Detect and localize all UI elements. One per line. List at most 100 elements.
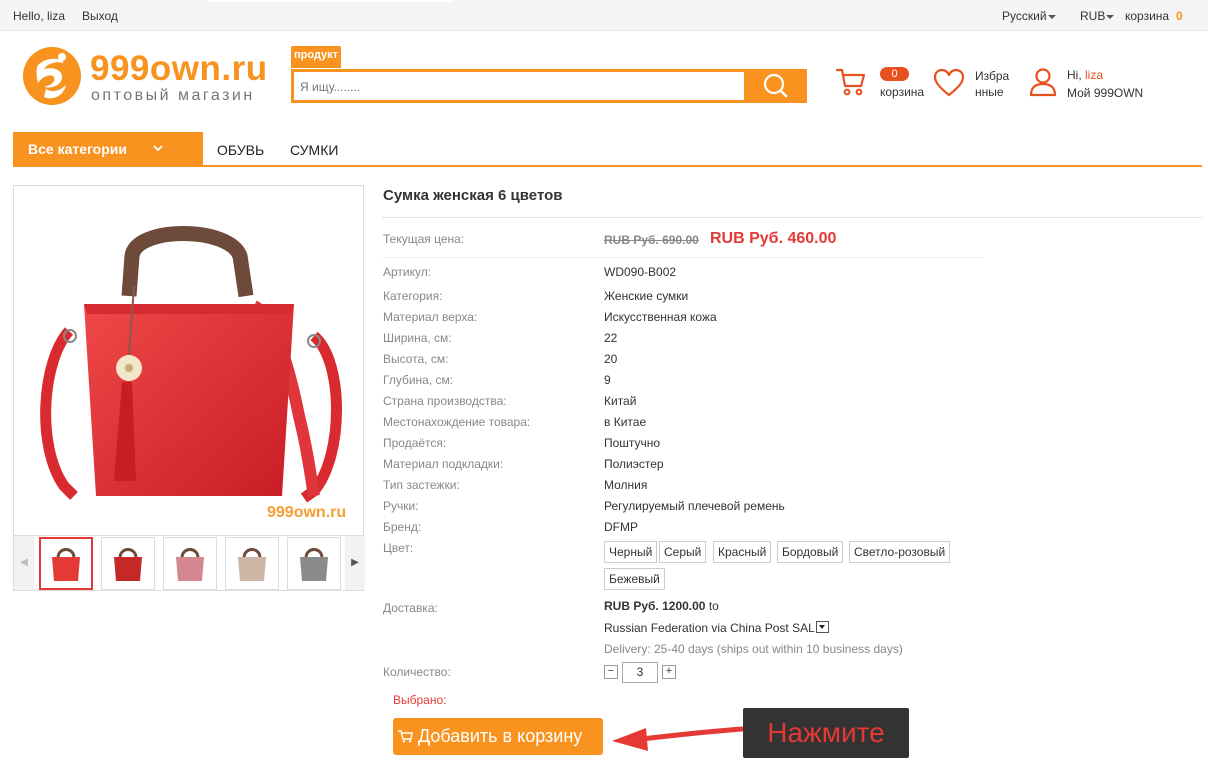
user-icon[interactable]	[1028, 67, 1058, 97]
color-option-black[interactable]: Черный	[604, 541, 658, 563]
chevron-down-icon	[1047, 14, 1056, 19]
thumbnail-3[interactable]	[163, 537, 217, 590]
click-here-callout: Нажмите	[743, 708, 909, 758]
attr-value-sold-by: Поштучно	[604, 436, 661, 450]
shipping-price-value: RUB Руб. 1200.00	[604, 599, 706, 613]
thumb-bag-image	[176, 548, 204, 581]
thumb-bag-image	[114, 548, 142, 581]
nav-item-shoes[interactable]: ОБУВЬ	[217, 142, 264, 158]
color-option-red[interactable]: Красный	[713, 541, 772, 563]
favorites-label-line1: Избра	[975, 69, 1010, 83]
attr-label-width: Ширина, см:	[383, 331, 452, 345]
search-icon	[763, 73, 788, 98]
product-main-image[interactable]: 999own.ru	[13, 185, 364, 536]
thumb-bag-image	[238, 548, 266, 581]
color-option-light-pink[interactable]: Светло-розовый	[849, 541, 951, 563]
logo-text[interactable]: 999own.ru	[90, 51, 268, 86]
old-price: RUB Руб. 690.00	[604, 233, 699, 247]
title-divider	[383, 217, 1202, 218]
nav-divider	[13, 165, 1202, 167]
thumb-next-button[interactable]: ▶	[345, 536, 365, 590]
heart-icon[interactable]	[933, 68, 965, 98]
currency-value: RUB	[1080, 9, 1106, 23]
hi-label: Hi,	[1067, 68, 1082, 82]
attr-label-sku: Артикул:	[383, 265, 432, 279]
quantity-input[interactable]: 3	[622, 662, 658, 683]
quantity-label: Количество:	[383, 665, 451, 679]
logo-tagline: оптовый магазин	[91, 87, 255, 104]
cart-link[interactable]: корзина	[880, 85, 924, 99]
price-divider	[383, 257, 983, 258]
nav-item-bags[interactable]: СУМКИ	[290, 142, 338, 158]
thumbnail-4[interactable]	[225, 537, 279, 590]
attr-label-height: Высота, см:	[383, 352, 449, 366]
red-arrow-icon	[612, 726, 745, 751]
quantity-decrease-button[interactable]: −	[604, 665, 618, 679]
favorites-link[interactable]: Избра нные	[975, 68, 1015, 100]
shipping-to-label: to	[708, 599, 719, 613]
attr-label-handles: Ручки:	[383, 499, 419, 513]
attr-value-category: Женские сумки	[604, 289, 689, 303]
color-label: Цвет:	[383, 541, 414, 555]
attr-value-width: 22	[604, 331, 618, 345]
language-select[interactable]: Русский	[1002, 9, 1056, 23]
logo-icon[interactable]	[22, 45, 82, 109]
account-username[interactable]: liza	[1085, 68, 1103, 82]
favorites-label-line2: нные	[975, 85, 1004, 99]
account-greeting: Hi, liza	[1067, 68, 1103, 82]
attr-value-closure: Молния	[604, 478, 648, 492]
attr-label-lining: Материал подкладки:	[383, 457, 504, 471]
cart-icon[interactable]	[835, 66, 867, 98]
attr-value-location: в Китае	[604, 415, 647, 429]
attr-label-brand: Бренд:	[383, 520, 422, 534]
all-categories-button[interactable]: Все категории	[13, 132, 203, 165]
color-option-gray[interactable]: Серый	[659, 541, 707, 563]
add-to-cart-button[interactable]: Добавить в корзину	[393, 718, 603, 755]
product-title: Сумка женская 6 цветов	[383, 187, 563, 204]
language-value: Русский	[1002, 9, 1047, 23]
dropdown-arrow-icon	[815, 621, 829, 633]
shipping-method-value: Russian Federation via China Post SAL	[604, 621, 815, 635]
cart-icon	[398, 730, 413, 743]
attr-value-material: Искусственная кожа	[604, 310, 717, 324]
topbar-cart-link[interactable]: корзина	[1125, 9, 1169, 23]
color-option-burgundy[interactable]: Бордовый	[777, 541, 844, 563]
attr-label-depth: Глубина, см:	[383, 373, 454, 387]
add-to-cart-label: Добавить в корзину	[418, 726, 583, 746]
search-box	[291, 69, 807, 103]
greeting-text: Hello, liza	[13, 9, 66, 23]
thumbnail-5[interactable]	[287, 537, 341, 590]
attr-label-sold-by: Продаётся:	[383, 436, 447, 450]
logout-link[interactable]: Выход	[82, 9, 118, 23]
shipping-method-select[interactable]: Russian Federation via China Post SAL	[604, 621, 829, 635]
handbag-image	[40, 226, 342, 503]
attr-label-category: Категория:	[383, 289, 443, 303]
attr-label-material: Материал верха:	[383, 310, 478, 324]
attr-value-height: 20	[604, 352, 618, 366]
thumbnail-1[interactable]	[39, 537, 93, 590]
shipping-price: RUB Руб. 1200.00 to	[604, 599, 719, 613]
my-account-link[interactable]: Мой 999OWN	[1067, 86, 1143, 100]
color-option-beige[interactable]: Бежевый	[604, 568, 665, 590]
search-input[interactable]	[300, 78, 730, 96]
topbar-tab-highlight	[207, 0, 453, 2]
current-price-label: Текущая цена:	[383, 232, 465, 246]
thumb-bag-image	[52, 548, 80, 581]
attr-value-sku: WD090-B002	[604, 265, 677, 279]
search-button[interactable]	[744, 69, 807, 103]
quantity-increase-button[interactable]: +	[662, 665, 676, 679]
shipping-label: Доставка:	[383, 601, 438, 615]
thumb-prev-button[interactable]: ◀	[14, 536, 34, 590]
topbar-cart-count: 0	[1176, 9, 1183, 23]
attr-value-country: Китай	[604, 394, 637, 408]
search-tab-product[interactable]: продукт	[291, 46, 342, 68]
watermark-logo: 999own.ru	[267, 504, 347, 521]
shipping-delivery-info: Delivery: 25-40 days (ships out within 1…	[604, 642, 903, 656]
attr-value-lining: Полиэстер	[604, 457, 664, 471]
thumb-bag-image	[300, 548, 328, 581]
thumbnail-2[interactable]	[101, 537, 155, 590]
attr-label-location: Местонахождение товара:	[383, 415, 531, 429]
top-bar: Hello, liza Выход Русский RUB корзина 0	[0, 0, 1208, 31]
currency-select[interactable]: RUB	[1080, 9, 1115, 23]
current-price: RUB Руб. 460.00	[710, 230, 837, 247]
